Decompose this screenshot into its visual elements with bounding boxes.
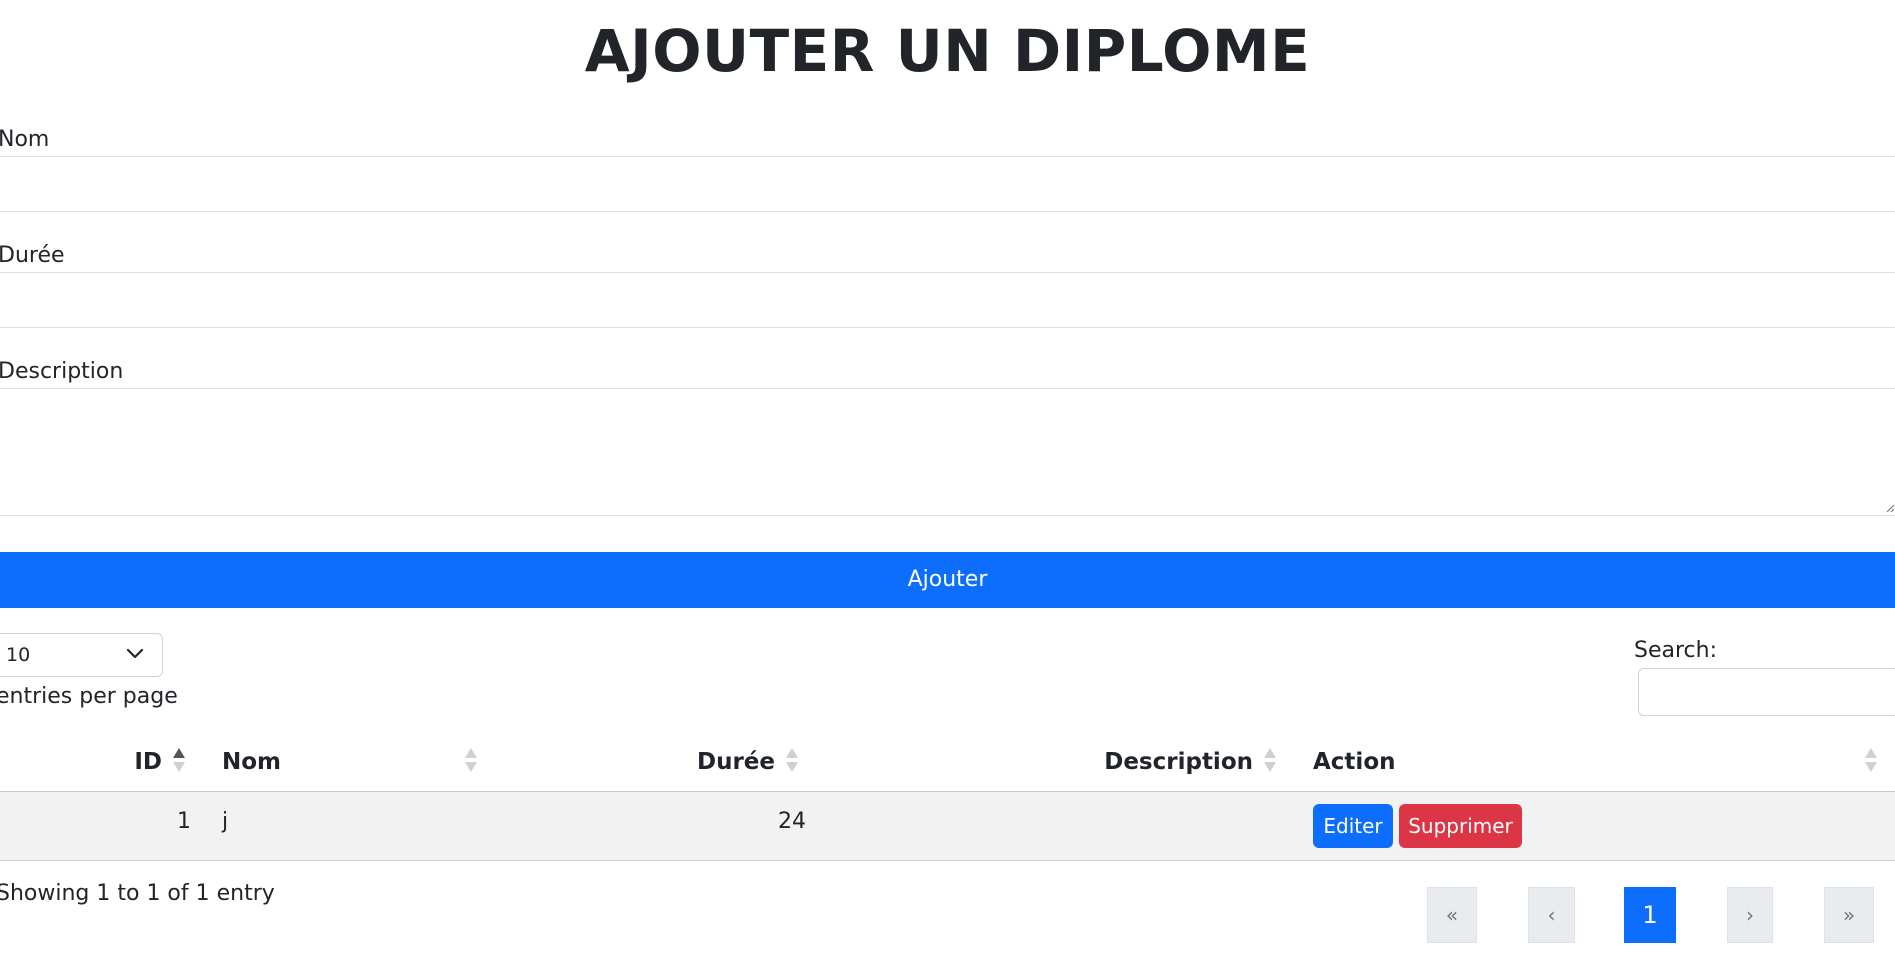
chevron-down-icon xyxy=(126,648,144,659)
ajouter-button[interactable]: Ajouter xyxy=(0,552,1895,608)
column-header-duree[interactable]: Durée xyxy=(697,741,775,791)
sort-icon[interactable] xyxy=(172,747,186,773)
pagination-first-button[interactable]: « xyxy=(1427,887,1477,943)
description-label: Description xyxy=(0,359,124,384)
sort-icon[interactable] xyxy=(785,747,799,773)
column-header-id[interactable]: ID xyxy=(134,741,162,791)
page-title: AJOUTER UN DIPLOME xyxy=(584,17,1311,85)
sort-icon[interactable] xyxy=(464,747,478,773)
duree-input[interactable] xyxy=(0,272,1895,328)
column-header-nom[interactable]: Nom xyxy=(222,741,281,791)
sort-icon[interactable] xyxy=(1864,747,1878,773)
column-header-description[interactable]: Description xyxy=(1104,741,1253,791)
column-header-action[interactable]: Action xyxy=(1313,741,1396,791)
pagination-last-button[interactable]: » xyxy=(1824,887,1874,943)
sort-icon[interactable] xyxy=(1263,747,1277,773)
edit-button[interactable]: Editer xyxy=(1313,804,1393,848)
cell-nom: j xyxy=(222,809,229,834)
cell-id: 1 xyxy=(177,809,191,834)
nom-input[interactable] xyxy=(0,156,1895,212)
page: AJOUTER UN DIPLOME Nom Durée Description… xyxy=(0,0,1895,962)
pagination-next-button[interactable]: › xyxy=(1727,887,1773,943)
cell-duree: 24 xyxy=(778,809,806,834)
pagination-prev-button[interactable]: ‹ xyxy=(1528,887,1575,943)
entries-per-page-select[interactable]: 10 xyxy=(0,633,163,677)
search-input[interactable] xyxy=(1638,668,1895,716)
entries-per-page-value: 10 xyxy=(6,644,31,666)
description-textarea[interactable] xyxy=(0,388,1895,516)
table-info: Showing 1 to 1 of 1 entry xyxy=(0,881,275,906)
delete-button[interactable]: Supprimer xyxy=(1399,804,1522,848)
entries-per-page-label: entries per page xyxy=(0,684,178,709)
duree-label: Durée xyxy=(0,243,65,268)
resize-grip-icon[interactable] xyxy=(1885,503,1895,513)
pagination-page-1[interactable]: 1 xyxy=(1624,887,1676,943)
search-label: Search: xyxy=(1634,638,1717,663)
nom-label: Nom xyxy=(0,127,50,152)
table-row: 1 j 24 Editer Supprimer xyxy=(0,792,1895,861)
table-header-row: ID Nom Durée Description Action xyxy=(0,741,1895,793)
